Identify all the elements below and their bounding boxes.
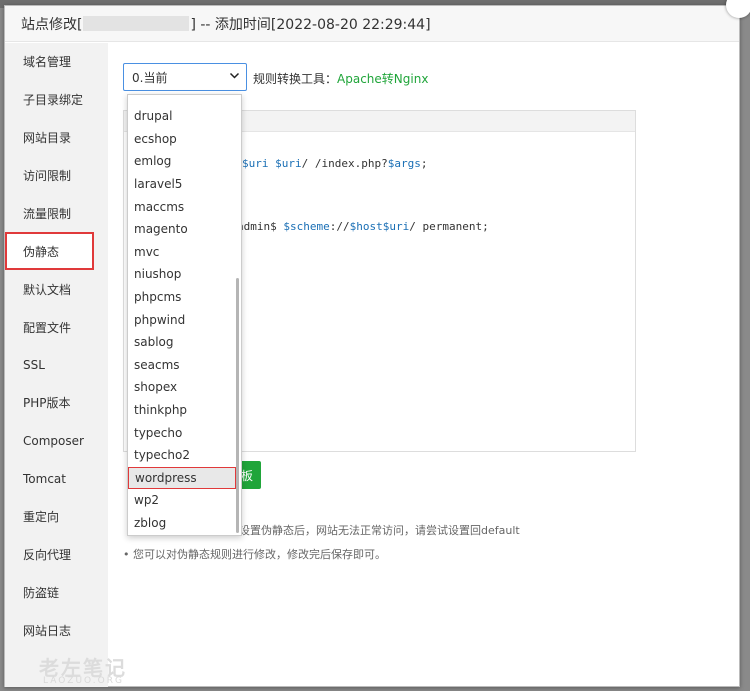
dropdown-option[interactable]: niushop xyxy=(128,263,236,286)
tip-line-2: • 您可以对伪静态规则进行修改，修改完后保存即可。 xyxy=(123,548,386,561)
sidebar-item[interactable]: 子目录绑定 xyxy=(5,81,108,119)
code-line-2: admin$ $scheme://$host$uri/ permanent; xyxy=(237,220,489,233)
dialog-title-prefix: 站点修改[ xyxy=(21,16,83,33)
dropdown-option[interactable]: mvc xyxy=(128,241,236,264)
dropdown-option[interactable]: zblog xyxy=(128,512,236,535)
dropdown-option[interactable]: drupal xyxy=(128,105,236,128)
code-line-1: $uri $uri/ /index.php?$args; xyxy=(242,157,428,170)
sidebar-item[interactable]: 流量限制 xyxy=(5,195,108,233)
dropdown-option[interactable]: magento xyxy=(128,218,236,241)
rewrite-template-select[interactable]: 0.当前 xyxy=(123,63,247,91)
dropdown-option[interactable]: shopex xyxy=(128,376,236,399)
rule-convert-label: 规则转换工具： xyxy=(253,72,338,86)
dialog-header: 站点修改[ ] -- 添加时间[2022-08-20 22:29:44] xyxy=(5,6,739,42)
sidebar-item[interactable]: 重定向 xyxy=(5,498,108,536)
sidebar-item[interactable]: 默认文档 xyxy=(5,270,108,308)
sidebar-item[interactable]: Tomcat xyxy=(5,460,108,498)
dropdown-option[interactable]: seacms xyxy=(128,354,236,377)
dropdown-option[interactable]: sablog xyxy=(128,331,236,354)
redacted-site-name xyxy=(83,16,190,31)
sidebar-item[interactable]: 网站日志 xyxy=(5,611,108,649)
sidebar-item[interactable]: 伪静态 xyxy=(5,232,94,271)
dialog-title-suffix: ] -- 添加时间[2022-08-20 22:29:44] xyxy=(190,16,431,33)
select-value: 0.当前 xyxy=(132,70,168,85)
tip-line-1: 设置伪静态后，网站无法正常访问，请尝试设置回default xyxy=(239,524,520,537)
chevron-down-icon xyxy=(229,70,240,84)
dropdown-option[interactable]: laravel5 xyxy=(128,173,236,196)
dropdown-option[interactable]: phpcms xyxy=(128,286,236,309)
sidebar-item[interactable]: PHP版本 xyxy=(5,384,108,422)
dropdown-option[interactable]: emlog xyxy=(128,150,236,173)
rule-convert-tool: 规则转换工具：Apache转Nginx xyxy=(253,70,428,87)
sidebar-item[interactable]: 配置文件 xyxy=(5,308,108,346)
rewrite-template-dropdown: drupal ecshop emlog laravel5 maccms magento mv… xyxy=(127,94,242,536)
dropdown-option[interactable]: maccms xyxy=(128,195,236,218)
sidebar-item[interactable]: 反向代理 xyxy=(5,536,108,574)
apache-to-nginx-link[interactable]: Apache转Nginx xyxy=(337,72,428,86)
sidebar-item[interactable]: 域名管理 xyxy=(5,43,108,81)
dropdown-option[interactable]: thinkphp xyxy=(128,399,236,422)
site-edit-dialog: 站点修改[ ] -- 添加时间[2022-08-20 22:29:44] 域名管… xyxy=(4,5,740,687)
sidebar-item[interactable]: 网站目录 xyxy=(5,119,108,157)
dropdown-option[interactable]: wordpress xyxy=(128,466,236,490)
sidebar-item[interactable]: Composer xyxy=(5,422,108,460)
dropdown-option[interactable]: wp2 xyxy=(128,489,236,512)
dropdown-option[interactable]: ecshop xyxy=(128,128,236,151)
sidebar-item[interactable]: SSL xyxy=(5,346,108,384)
watermark-sub: LAOZUO.ORG xyxy=(43,676,124,686)
dropdown-option[interactable]: phpwind xyxy=(128,308,236,331)
sidebar-item[interactable]: 防盗链 xyxy=(5,573,108,611)
settings-sidebar: 域名管理 子目录绑定 网站目录 访问限制 流量限制 伪静态 默认文档 配置文件 SSL PHP版本… xyxy=(5,43,108,687)
sidebar-item[interactable]: 访问限制 xyxy=(5,157,108,195)
dropdown-option[interactable]: typecho2 xyxy=(128,444,236,467)
dropdown-scrollbar[interactable] xyxy=(236,278,239,533)
dropdown-option[interactable]: typecho xyxy=(128,421,236,444)
